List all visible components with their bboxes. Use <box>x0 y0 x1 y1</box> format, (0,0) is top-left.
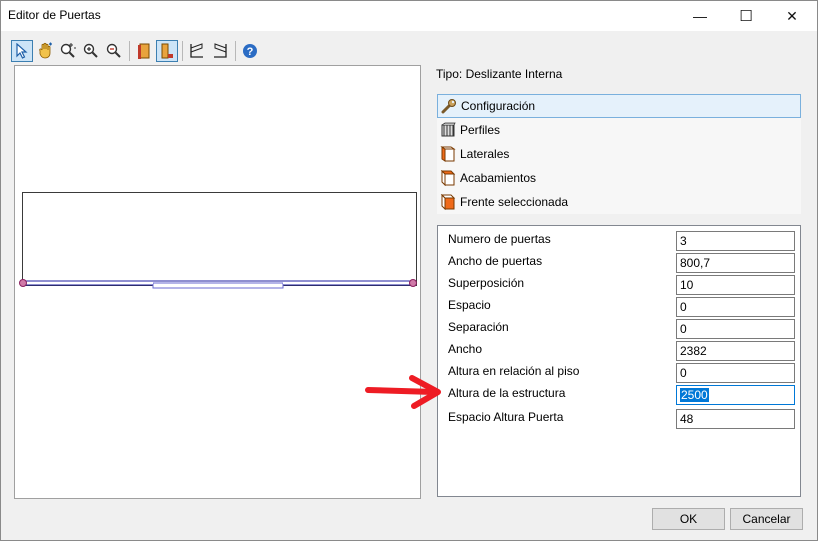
altura-estructura-field[interactable]: 2500 <box>676 385 795 405</box>
prop-label-espacio: Espacio <box>448 298 491 312</box>
section-laterales[interactable]: Laterales <box>437 142 801 166</box>
door-drawing <box>19 192 417 289</box>
section-label: Configuración <box>461 99 536 113</box>
left-profile-icon[interactable] <box>186 40 208 62</box>
prop-label-altura-piso: Altura en relación al piso <box>448 364 580 378</box>
numero-puertas-field[interactable]: 3 <box>676 231 795 251</box>
superposicion-field[interactable]: 10 <box>676 275 795 295</box>
ok-button[interactable]: OK <box>652 508 725 530</box>
toolbar: ? <box>11 38 262 64</box>
toolbar-separator <box>129 41 130 61</box>
section-acabamientos[interactable]: Acabamientos <box>437 166 801 190</box>
maximize-button[interactable]: ☐ <box>723 1 769 31</box>
wrench-icon <box>440 97 458 115</box>
altura-piso-field[interactable]: 0 <box>676 363 795 383</box>
properties-panel: Numero de puertas 3 Ancho de puertas 800… <box>437 225 801 497</box>
ancho-field[interactable]: 2382 <box>676 341 795 361</box>
prop-label-altura-estructura: Altura de la estructura <box>448 386 566 400</box>
maximize-icon: ☐ <box>739 8 753 25</box>
desktop-background <box>818 0 824 547</box>
zoom-in-icon[interactable] <box>80 40 102 62</box>
side-view-icon[interactable] <box>156 40 178 62</box>
front-box-icon <box>439 193 457 211</box>
espacio-field[interactable]: 0 <box>676 297 795 317</box>
laterals-box-icon <box>439 145 457 163</box>
cancel-button[interactable]: Cancelar <box>730 508 803 530</box>
door-type-label: Tipo: Deslizante Interna <box>436 67 563 81</box>
window-title: Editor de Puertas <box>8 8 101 22</box>
prop-label-separacion: Separación <box>448 320 509 334</box>
minimize-button[interactable]: — <box>677 1 723 31</box>
close-icon: ✕ <box>786 7 798 24</box>
selected-text: 2500 <box>680 388 709 402</box>
toolbar-separator <box>182 41 183 61</box>
section-perfiles[interactable]: Perfiles <box>437 118 801 142</box>
prop-label-ancho: Ancho <box>448 342 483 356</box>
select-arrow-icon[interactable] <box>11 40 33 62</box>
prop-label-ancho-puertas: Ancho de puertas <box>448 254 543 268</box>
section-label: Laterales <box>460 147 510 161</box>
door-preview-canvas[interactable] <box>14 65 421 499</box>
minimize-icon: — <box>693 8 707 24</box>
section-label: Acabamientos <box>460 171 537 185</box>
prop-label-espacio-altura-puerta: Espacio Altura Puerta <box>448 410 564 424</box>
section-label: Perfiles <box>460 123 501 137</box>
zoom-out-icon[interactable] <box>103 40 125 62</box>
door-editor-window: Editor de Puertas — ☐ ✕ ? Tipo: Deslizan… <box>0 0 818 541</box>
right-profile-icon[interactable] <box>209 40 231 62</box>
espacio-altura-puerta-field[interactable]: 48 <box>676 409 795 429</box>
profiles-icon <box>439 121 457 139</box>
separacion-field[interactable]: 0 <box>676 319 795 339</box>
prop-label-numero-puertas: Numero de puertas <box>448 232 551 246</box>
title-bar[interactable]: Editor de Puertas — ☐ ✕ <box>1 1 817 31</box>
section-frente-seleccionada[interactable]: Frente seleccionada <box>437 190 801 214</box>
zoom-extents-icon[interactable] <box>57 40 79 62</box>
close-button[interactable]: ✕ <box>769 1 815 31</box>
ancho-puertas-field[interactable]: 800,7 <box>676 253 795 273</box>
finishes-box-icon <box>439 169 457 187</box>
section-label: Frente seleccionada <box>460 195 569 209</box>
desktop-background <box>0 541 824 547</box>
prop-label-superposicion: Superposición <box>448 276 525 290</box>
toolbar-separator <box>235 41 236 61</box>
help-icon[interactable]: ? <box>239 40 261 62</box>
section-configuracion[interactable]: Configuración <box>437 94 801 118</box>
pan-hand-icon[interactable] <box>34 40 56 62</box>
svg-text:?: ? <box>247 46 254 58</box>
front-view-icon[interactable] <box>133 40 155 62</box>
